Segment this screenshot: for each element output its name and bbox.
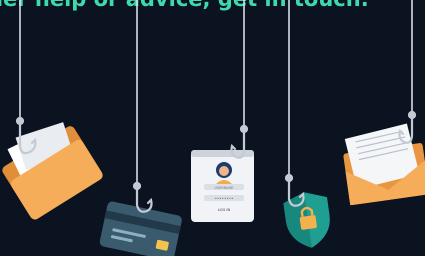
username-field: USERNAME bbox=[214, 186, 233, 190]
phishing-scene: USERNAME •••••••• LOG IN bbox=[2, 0, 425, 256]
credit-card-icon bbox=[99, 201, 182, 256]
fishing-hook-icon bbox=[132, 181, 153, 213]
password-field: •••••••• bbox=[215, 196, 234, 201]
login-button: LOG IN bbox=[218, 208, 231, 212]
login-screen-icon: USERNAME •••••••• LOG IN bbox=[191, 150, 254, 222]
phishing-illustration: ther help or advice, get in touch. bbox=[0, 0, 425, 256]
folder-icon bbox=[2, 122, 103, 220]
